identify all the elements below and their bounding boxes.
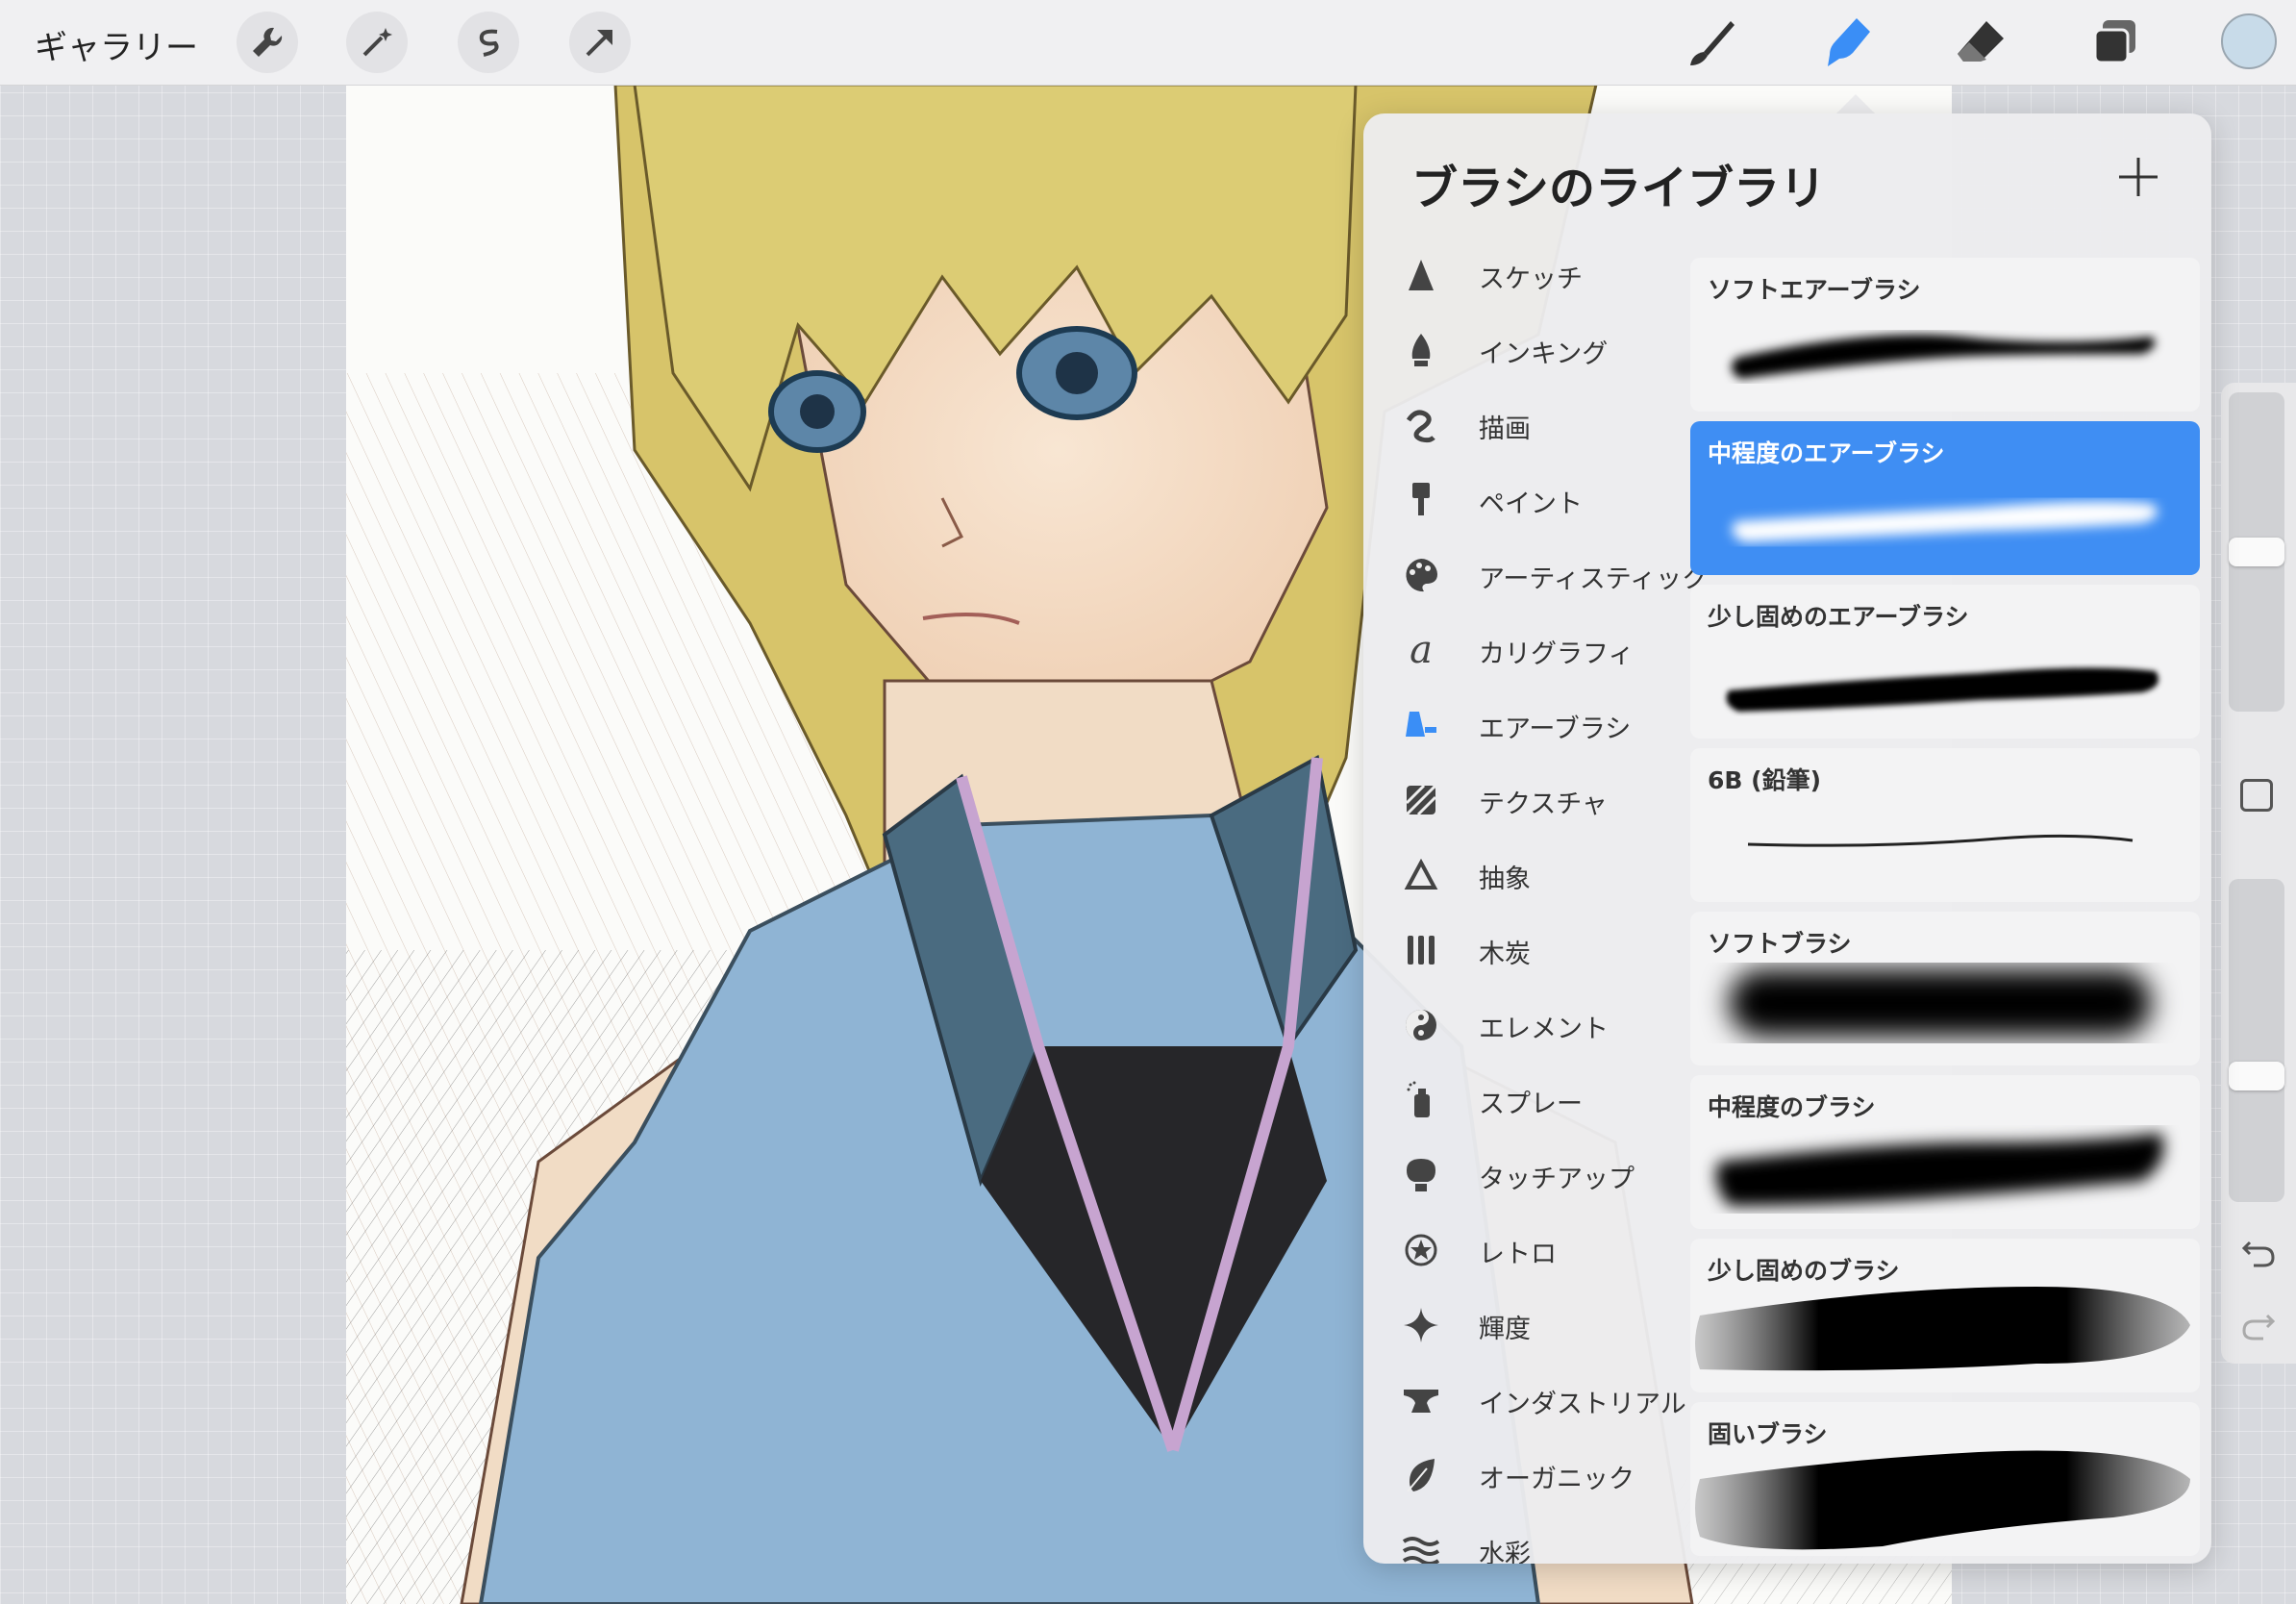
category-label: レトロ bbox=[1479, 1240, 1557, 1269]
category-label: エアーブラシ bbox=[1479, 714, 1632, 744]
charcoal-icon bbox=[1400, 929, 1442, 971]
anvil-icon bbox=[1400, 1379, 1442, 1421]
category-label: 水彩 bbox=[1479, 1540, 1531, 1564]
brush-preview bbox=[1695, 1287, 2190, 1371]
category-item[interactable]: オーガニック bbox=[1363, 1441, 1690, 1508]
category-label: スプレー bbox=[1479, 1090, 1583, 1119]
calligraphy-icon: a bbox=[1410, 628, 1433, 672]
brush-item[interactable]: 中程度のブラシ bbox=[1690, 1075, 2200, 1229]
category-item[interactable]: スプレー bbox=[1363, 1065, 1690, 1133]
category-item[interactable]: インキング bbox=[1363, 315, 1690, 383]
paintbrush-icon[interactable] bbox=[1681, 13, 1742, 71]
texture-icon bbox=[1400, 779, 1442, 821]
category-label: 輝度 bbox=[1479, 1315, 1531, 1344]
color-swatch[interactable] bbox=[2221, 13, 2277, 69]
star-circle-icon bbox=[1400, 1229, 1442, 1271]
category-label: インダストリアル bbox=[1479, 1390, 1686, 1419]
category-item[interactable]: ペイント bbox=[1363, 465, 1690, 533]
brush-item-selected[interactable]: 中程度のエアーブラシ bbox=[1690, 421, 2200, 575]
category-label: カリグラフィ bbox=[1479, 639, 1635, 669]
panel-title: ブラシのライブラリ bbox=[1411, 162, 1827, 215]
category-label: オーガニック bbox=[1479, 1465, 1635, 1494]
brush-preview bbox=[1726, 667, 2159, 712]
magic-wand-icon[interactable] bbox=[346, 12, 408, 73]
brush-preview bbox=[1731, 334, 2156, 379]
sketch-icon bbox=[1400, 254, 1442, 296]
opacity-slider[interactable] bbox=[2229, 879, 2284, 1202]
brush-preview bbox=[1729, 969, 2152, 1037]
waves-icon bbox=[1400, 1529, 1442, 1564]
drawing-icon bbox=[1400, 404, 1442, 446]
wrench-icon[interactable] bbox=[237, 12, 298, 73]
palette-icon bbox=[1400, 554, 1442, 596]
category-item[interactable]: インダストリアル bbox=[1363, 1366, 1690, 1433]
paint-brush-icon bbox=[1400, 479, 1442, 521]
square-icon[interactable] bbox=[2240, 779, 2273, 812]
redo-icon[interactable] bbox=[2240, 1308, 2277, 1344]
category-label: 抽象 bbox=[1479, 865, 1531, 894]
category-item[interactable]: 木炭 bbox=[1363, 915, 1690, 983]
undo-icon[interactable] bbox=[2240, 1235, 2277, 1271]
category-label: 木炭 bbox=[1479, 940, 1531, 969]
yin-yang-icon bbox=[1400, 1004, 1442, 1046]
gallery-button[interactable]: ギャラリー bbox=[35, 21, 198, 68]
category-label: スケッチ bbox=[1479, 264, 1583, 294]
brush-item[interactable]: 少し固めのブラシ bbox=[1690, 1239, 2200, 1392]
category-item[interactable]: 輝度 bbox=[1363, 1291, 1690, 1358]
brush-preview bbox=[1715, 1133, 2164, 1206]
popover-arrow bbox=[1834, 94, 1877, 115]
add-brush-button[interactable] bbox=[2113, 152, 2163, 202]
category-item[interactable]: エレメント bbox=[1363, 990, 1690, 1058]
category-item[interactable]: テクスチャ bbox=[1363, 765, 1690, 833]
category-label: ペイント bbox=[1479, 489, 1583, 519]
brush-preview bbox=[1695, 1450, 2190, 1550]
category-item[interactable]: レトロ bbox=[1363, 1216, 1690, 1283]
layers-icon[interactable] bbox=[2084, 13, 2146, 71]
brush-item[interactable]: 少し固めのエアーブラシ bbox=[1690, 585, 2200, 739]
top-toolbar: ギャラリー bbox=[0, 0, 2296, 86]
smudge-icon[interactable] bbox=[1815, 13, 1877, 71]
brush-library-panel: ブラシのライブラリ スケッチ インキング 描画 ペイント アーティスティック a… bbox=[1363, 113, 2211, 1564]
category-item[interactable]: スケッチ bbox=[1363, 240, 1690, 308]
brush-item[interactable]: ソフトブラシ bbox=[1690, 912, 2200, 1065]
category-label: エレメント bbox=[1479, 1015, 1609, 1044]
category-item[interactable]: アーティスティック bbox=[1363, 540, 1708, 608]
ink-pen-icon bbox=[1400, 329, 1442, 371]
leaf-icon bbox=[1400, 1454, 1442, 1496]
category-item-airbrush[interactable]: エアーブラシ bbox=[1363, 690, 1690, 758]
category-label: 描画 bbox=[1479, 414, 1531, 444]
airbrush-icon bbox=[1400, 704, 1442, 746]
brush-item[interactable]: ソフトエアーブラシ bbox=[1690, 258, 2200, 412]
category-label: インキング bbox=[1479, 339, 1609, 369]
transform-arrow-icon[interactable] bbox=[569, 12, 631, 73]
category-label: アーティスティック bbox=[1479, 564, 1709, 594]
touchup-icon bbox=[1400, 1154, 1442, 1196]
category-item[interactable]: タッチアップ bbox=[1363, 1140, 1690, 1208]
category-item[interactable]: a カリグラフィ bbox=[1363, 615, 1690, 683]
category-item[interactable]: 抽象 bbox=[1363, 840, 1690, 908]
triangle-icon bbox=[1400, 854, 1442, 896]
brush-preview bbox=[1747, 834, 2134, 847]
sparkle-icon bbox=[1400, 1304, 1442, 1346]
eraser-icon[interactable] bbox=[1950, 13, 2011, 71]
brush-item[interactable]: 固いブラシ bbox=[1690, 1402, 2200, 1556]
category-item[interactable]: 描画 bbox=[1363, 390, 1690, 458]
size-slider-knob[interactable] bbox=[2229, 538, 2284, 566]
category-label: テクスチャ bbox=[1479, 789, 1608, 819]
spray-can-icon bbox=[1400, 1079, 1442, 1121]
opacity-slider-knob[interactable] bbox=[2229, 1061, 2284, 1090]
brush-item[interactable]: 6B (鉛筆) bbox=[1690, 748, 2200, 902]
selection-icon[interactable] bbox=[458, 12, 519, 73]
category-label: タッチアップ bbox=[1479, 1165, 1635, 1194]
brush-preview bbox=[1732, 501, 2159, 542]
category-item[interactable]: 水彩 bbox=[1363, 1516, 1690, 1564]
